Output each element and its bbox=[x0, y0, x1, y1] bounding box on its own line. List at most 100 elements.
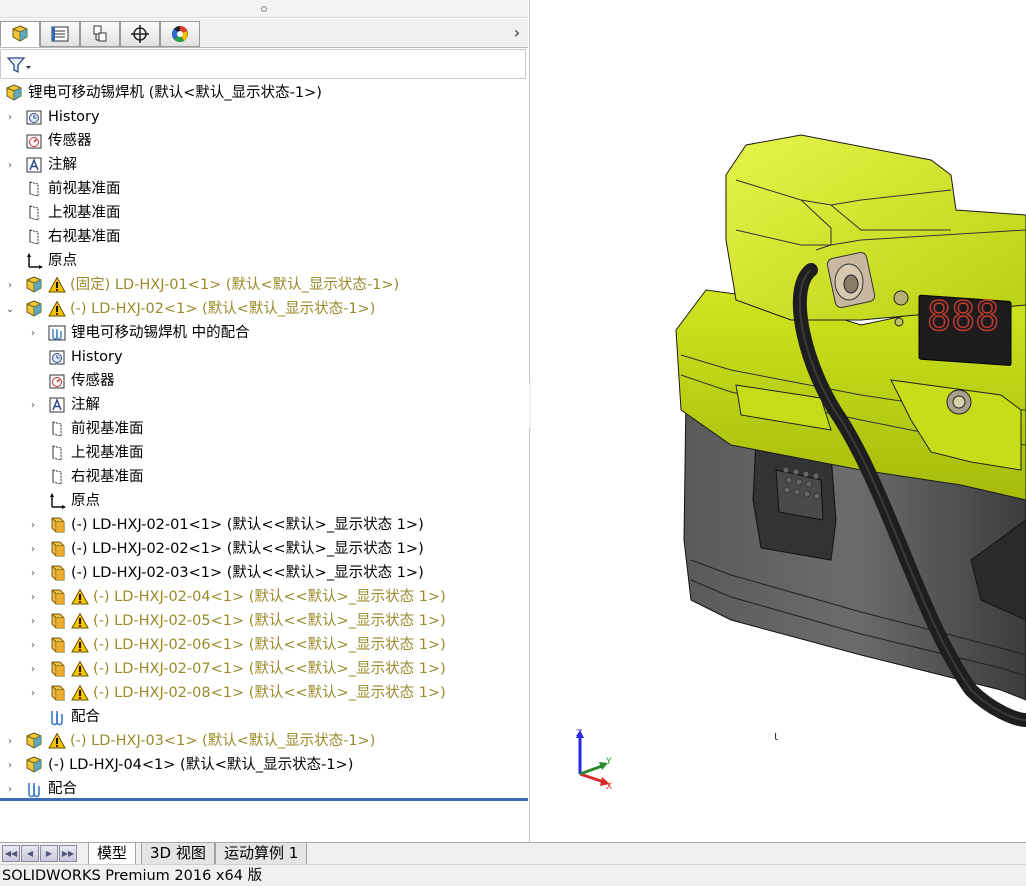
tree-row[interactable]: › (-) LD-HXJ-02-08<1> (默认<<默认>_显示状态 1>) bbox=[0, 681, 528, 705]
subassembly-icon bbox=[26, 276, 42, 293]
tree-row[interactable]: 前视基准面 bbox=[0, 177, 528, 201]
manager-tab-bar: › bbox=[0, 19, 528, 48]
tree-item-label: 上视基准面 bbox=[48, 205, 121, 221]
tree-row[interactable]: › (-) LD-HXJ-04<1> (默认<默认_显示状态-1>) bbox=[0, 753, 528, 777]
tab-3d-view[interactable]: 3D 视图 bbox=[141, 843, 215, 865]
expand-chevron-icon[interactable]: › bbox=[27, 681, 39, 705]
collapse-chevron-icon[interactable]: ⌄ bbox=[4, 297, 16, 321]
tab-motion-study[interactable]: 运动算例 1 bbox=[215, 843, 308, 865]
prev-icon[interactable]: ◀ bbox=[21, 845, 39, 862]
tree-item-label: 前视基准面 bbox=[71, 421, 144, 437]
soldering-machine-model[interactable]: 888 bbox=[531, 0, 1026, 842]
featuremanager-tab[interactable] bbox=[0, 21, 40, 47]
tree-item-label: 原点 bbox=[71, 493, 100, 509]
plane-icon bbox=[52, 421, 62, 437]
annotations-icon bbox=[26, 157, 42, 173]
tree-row[interactable]: 传感器 bbox=[0, 129, 528, 153]
expand-chevron-icon[interactable]: › bbox=[27, 393, 39, 417]
tree-row[interactable]: 右视基准面 bbox=[0, 465, 528, 489]
tree-row[interactable]: › (-) LD-HXJ-02-01<1> (默认<<默认>_显示状态 1>) bbox=[0, 513, 528, 537]
tree-item-label: (-) LD-HXJ-02-02<1> (默认<<默认>_显示状态 1>) bbox=[71, 541, 424, 557]
tree-row[interactable]: 前视基准面 bbox=[0, 417, 528, 441]
tree-row[interactable]: 右视基准面 bbox=[0, 225, 528, 249]
tree-row[interactable]: 原点 bbox=[0, 249, 528, 273]
tree-item-label: (固定) LD-HXJ-01<1> (默认<默认_显示状态-1>) bbox=[70, 277, 400, 293]
tree-row[interactable]: › (-) LD-HXJ-02-07<1> (默认<<默认>_显示状态 1>) bbox=[0, 657, 528, 681]
mates-icon bbox=[28, 783, 40, 798]
dimxpertmanager-tab[interactable] bbox=[120, 21, 160, 47]
bottom-tab-bar: ◀◀ ◀ ▶ ▶▶ 模型 3D 视图 运动算例 1 bbox=[0, 842, 1026, 865]
expand-chevron-icon[interactable]: › bbox=[4, 273, 16, 297]
feature-manager-panel: › 锂电可移动锡焊机 (默认<默认_显示状态-1>) › History 传感器 › 注解… bbox=[0, 0, 530, 842]
warning-icon bbox=[71, 636, 89, 653]
tree-row[interactable]: › (固定) LD-HXJ-01<1> (默认<默认_显示状态-1>) bbox=[0, 273, 528, 297]
tree-row[interactable]: ⌄ (-) LD-HXJ-02<1> (默认<默认_显示状态-1>) bbox=[0, 297, 528, 321]
more-tabs-chevron-icon[interactable]: › bbox=[510, 23, 524, 43]
warning-icon bbox=[71, 684, 89, 701]
warning-icon bbox=[71, 588, 89, 605]
origin-icon bbox=[27, 253, 43, 269]
displaymanager-icon bbox=[172, 26, 188, 42]
tree-row[interactable]: › 锂电可移动锡焊机 中的配合 bbox=[0, 321, 528, 345]
assembly-icon bbox=[6, 84, 22, 101]
tree-row[interactable]: 锂电可移动锡焊机 (默认<默认_显示状态-1>) bbox=[0, 81, 528, 105]
panel-grip[interactable] bbox=[0, 0, 528, 18]
tree-item-label: 传感器 bbox=[71, 373, 115, 389]
tree-row[interactable]: › (-) LD-HXJ-02-02<1> (默认<<默认>_显示状态 1>) bbox=[0, 537, 528, 561]
tree-row[interactable]: › (-) LD-HXJ-02-04<1> (默认<<默认>_显示状态 1>) bbox=[0, 585, 528, 609]
status-text: SOLIDWORKS Premium 2016 x64 版 bbox=[2, 868, 263, 884]
expand-chevron-icon[interactable]: › bbox=[4, 753, 16, 777]
expand-chevron-icon[interactable]: › bbox=[4, 729, 16, 753]
tree-item-label: (-) LD-HXJ-02-05<1> (默认<<默认>_显示状态 1>) bbox=[93, 613, 446, 629]
tree-row[interactable]: › History bbox=[0, 105, 528, 129]
tree-item-label: (-) LD-HXJ-02-06<1> (默认<<默认>_显示状态 1>) bbox=[93, 637, 446, 653]
graphics-area[interactable]: 888 bbox=[531, 0, 1026, 842]
expand-chevron-icon[interactable]: › bbox=[27, 537, 39, 561]
tree-row[interactable]: 上视基准面 bbox=[0, 201, 528, 225]
subassembly-icon bbox=[26, 732, 42, 749]
part-icon bbox=[51, 517, 65, 533]
propertymanager-tab[interactable] bbox=[40, 21, 80, 47]
part-icon bbox=[51, 637, 65, 653]
expand-chevron-icon[interactable]: › bbox=[27, 657, 39, 681]
expand-chevron-icon[interactable]: › bbox=[4, 105, 16, 129]
tree-row[interactable]: 原点 bbox=[0, 489, 528, 513]
tree-row[interactable]: › 注解 bbox=[0, 153, 528, 177]
expand-chevron-icon[interactable]: › bbox=[27, 609, 39, 633]
expand-chevron-icon[interactable]: › bbox=[27, 633, 39, 657]
tree-item-label: 上视基准面 bbox=[71, 445, 144, 461]
expand-chevron-icon[interactable]: › bbox=[4, 153, 16, 177]
subassembly-icon bbox=[26, 300, 42, 317]
display-digits: 888 bbox=[926, 293, 1000, 341]
next-icon[interactable]: ▶ bbox=[40, 845, 58, 862]
filter-icon[interactable] bbox=[6, 55, 32, 75]
part-icon bbox=[51, 541, 65, 557]
displaymanager-tab[interactable] bbox=[160, 21, 200, 47]
tree-row[interactable]: 上视基准面 bbox=[0, 441, 528, 465]
history-icon bbox=[26, 110, 42, 125]
expand-chevron-icon[interactable]: › bbox=[27, 585, 39, 609]
tree-row[interactable]: › (-) LD-HXJ-03<1> (默认<默认_显示状态-1>) bbox=[0, 729, 528, 753]
expand-chevron-icon[interactable]: › bbox=[27, 561, 39, 585]
panel-bottom-divider bbox=[0, 798, 528, 801]
tree-filter-bar[interactable] bbox=[0, 49, 526, 79]
tree-row[interactable]: › 注解 bbox=[0, 393, 528, 417]
expand-chevron-icon[interactable]: › bbox=[27, 321, 39, 345]
plane-icon bbox=[29, 181, 39, 197]
warning-icon bbox=[71, 660, 89, 677]
tree-row[interactable]: › (-) LD-HXJ-02-03<1> (默认<<默认>_显示状态 1>) bbox=[0, 561, 528, 585]
tree-row[interactable]: 配合 bbox=[0, 705, 528, 729]
triad-z-label: Z bbox=[576, 729, 582, 739]
tree-row[interactable]: 传感器 bbox=[0, 369, 528, 393]
propertymanager-icon bbox=[51, 26, 69, 42]
configurationmanager-tab[interactable] bbox=[80, 21, 120, 47]
origin-icon bbox=[50, 493, 66, 509]
tree-row[interactable]: › (-) LD-HXJ-02-05<1> (默认<<默认>_显示状态 1>) bbox=[0, 609, 528, 633]
tab-model[interactable]: 模型 bbox=[88, 843, 137, 865]
tree-item-label: 右视基准面 bbox=[48, 229, 121, 245]
expand-chevron-icon[interactable]: › bbox=[27, 513, 39, 537]
first-icon[interactable]: ◀◀ bbox=[2, 845, 20, 862]
tree-row[interactable]: History bbox=[0, 345, 528, 369]
tree-row[interactable]: › (-) LD-HXJ-02-06<1> (默认<<默认>_显示状态 1>) bbox=[0, 633, 528, 657]
last-icon[interactable]: ▶▶ bbox=[59, 845, 77, 862]
